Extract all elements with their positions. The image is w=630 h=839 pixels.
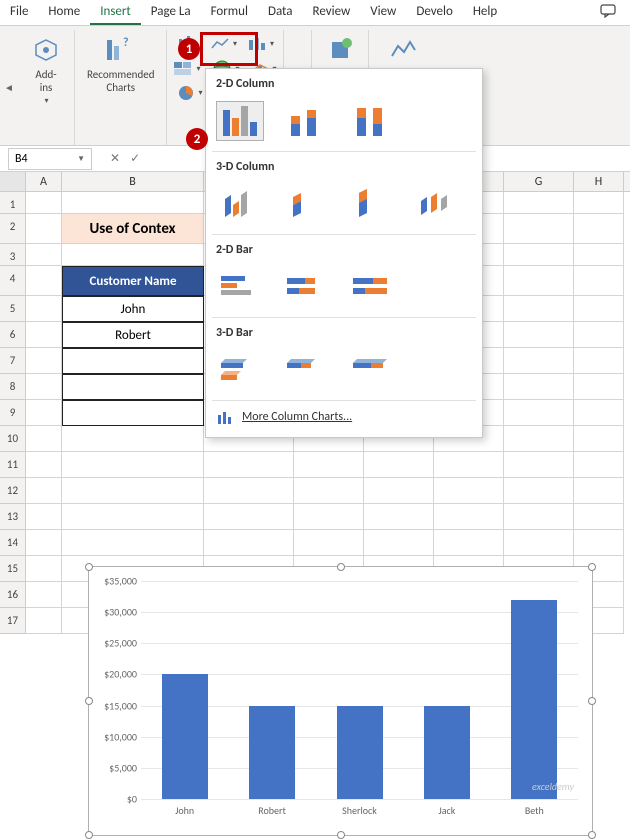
addins-label: Add- ins	[35, 68, 56, 94]
tab-insert[interactable]: Insert	[90, 0, 141, 25]
cancel-icon[interactable]: ✕	[110, 151, 120, 166]
row-header[interactable]: 13	[0, 504, 26, 530]
insert-stat-chart-button[interactable]: ▾	[247, 34, 274, 54]
column-chart-dropdown: 2-D Column 3-D Column 2-D Bar 3-D Bar Mo…	[205, 68, 483, 438]
tab-review[interactable]: Review	[302, 0, 360, 25]
row-header[interactable]: 11	[0, 452, 26, 478]
tab-developer[interactable]: Develo	[406, 0, 462, 25]
insert-line-chart-button[interactable]: ▾	[210, 34, 237, 54]
row-header[interactable]: 16	[0, 582, 26, 608]
col-header[interactable]: H	[574, 172, 624, 191]
insert-pie-chart-button[interactable]: ▾	[177, 84, 202, 102]
table-row[interactable]	[62, 400, 204, 426]
embedded-chart[interactable]: $0$5,000$10,000$15,000$20,000$25,000$30,…	[88, 566, 593, 836]
comments-icon[interactable]	[590, 0, 630, 25]
row-header[interactable]: 4	[0, 266, 26, 296]
addins-button[interactable]: Add- ins ▾	[26, 32, 66, 108]
table-row[interactable]	[62, 374, 204, 400]
table-row[interactable]: John	[62, 296, 204, 322]
more-column-charts[interactable]: More Column Charts...	[206, 401, 482, 433]
stacked100-column-option[interactable]	[348, 101, 396, 141]
table-row[interactable]	[62, 348, 204, 374]
row-header[interactable]: 5	[0, 296, 26, 322]
col-header[interactable]: A	[26, 172, 62, 191]
3d-clustered-column[interactable]	[216, 184, 264, 224]
tab-file[interactable]: File	[0, 0, 38, 25]
3d-clustered-bar[interactable]	[216, 350, 264, 390]
row-header[interactable]: 3	[0, 244, 26, 266]
name-box[interactable]: B4▼	[8, 148, 92, 170]
table-header: Customer Name	[62, 266, 204, 296]
section-title: Use of Contex	[62, 214, 204, 244]
3d-stacked100-bar[interactable]	[348, 350, 396, 390]
ribbon-scroll-left[interactable]: ◄	[0, 30, 18, 145]
row-header[interactable]: 14	[0, 530, 26, 556]
row-header[interactable]: 17	[0, 608, 26, 634]
watermark: exceldemy	[532, 780, 574, 793]
row-header[interactable]: 12	[0, 478, 26, 504]
row-header[interactable]: 2	[0, 214, 26, 244]
clustered-column-option[interactable]	[216, 101, 264, 141]
recommended-charts-button[interactable]: ? Recommended Charts	[83, 32, 158, 96]
3d-stacked-bar[interactable]	[282, 350, 330, 390]
tab-home[interactable]: Home	[38, 0, 90, 25]
row-header[interactable]: 15	[0, 556, 26, 582]
3d-stacked-column[interactable]	[282, 184, 330, 224]
row-header[interactable]: 10	[0, 426, 26, 452]
tab-view[interactable]: View	[360, 0, 406, 25]
recommended-label: Recommended Charts	[87, 68, 154, 94]
row-header[interactable]: 1	[0, 192, 26, 214]
section-2d-column: 2-D Column	[206, 69, 482, 97]
svg-text:?: ?	[123, 36, 129, 50]
insert-column-chart-button[interactable]: ▾	[176, 34, 200, 54]
stacked100-bar[interactable]	[348, 267, 396, 307]
tab-pagelayout[interactable]: Page La	[141, 0, 201, 25]
insert-hierarchy-chart-button[interactable]: ▾	[173, 60, 200, 78]
select-all[interactable]	[0, 172, 26, 191]
3d-column[interactable]	[414, 184, 462, 224]
stacked-column-option[interactable]	[282, 101, 330, 141]
enter-icon[interactable]: ✓	[130, 151, 140, 166]
section-3d-bar: 3-D Bar	[206, 318, 482, 346]
row-header[interactable]: 9	[0, 400, 26, 426]
stacked-bar[interactable]	[282, 267, 330, 307]
clustered-bar[interactable]	[216, 267, 264, 307]
3d-stacked100-column[interactable]	[348, 184, 396, 224]
tab-data[interactable]: Data	[258, 0, 303, 25]
row-header[interactable]: 8	[0, 374, 26, 400]
col-header[interactable]: B	[62, 172, 204, 191]
col-header[interactable]: G	[504, 172, 574, 191]
section-2d-bar: 2-D Bar	[206, 235, 482, 263]
ribbon-tabs: File Home Insert Page La Formul Data Rev…	[0, 0, 630, 26]
tab-help[interactable]: Help	[463, 0, 507, 25]
table-row[interactable]: Robert	[62, 322, 204, 348]
section-3d-column: 3-D Column	[206, 152, 482, 180]
row-header[interactable]: 7	[0, 348, 26, 374]
tab-formulas[interactable]: Formul	[201, 0, 258, 25]
row-header[interactable]: 6	[0, 322, 26, 348]
chevron-down-icon: ▾	[44, 96, 48, 106]
